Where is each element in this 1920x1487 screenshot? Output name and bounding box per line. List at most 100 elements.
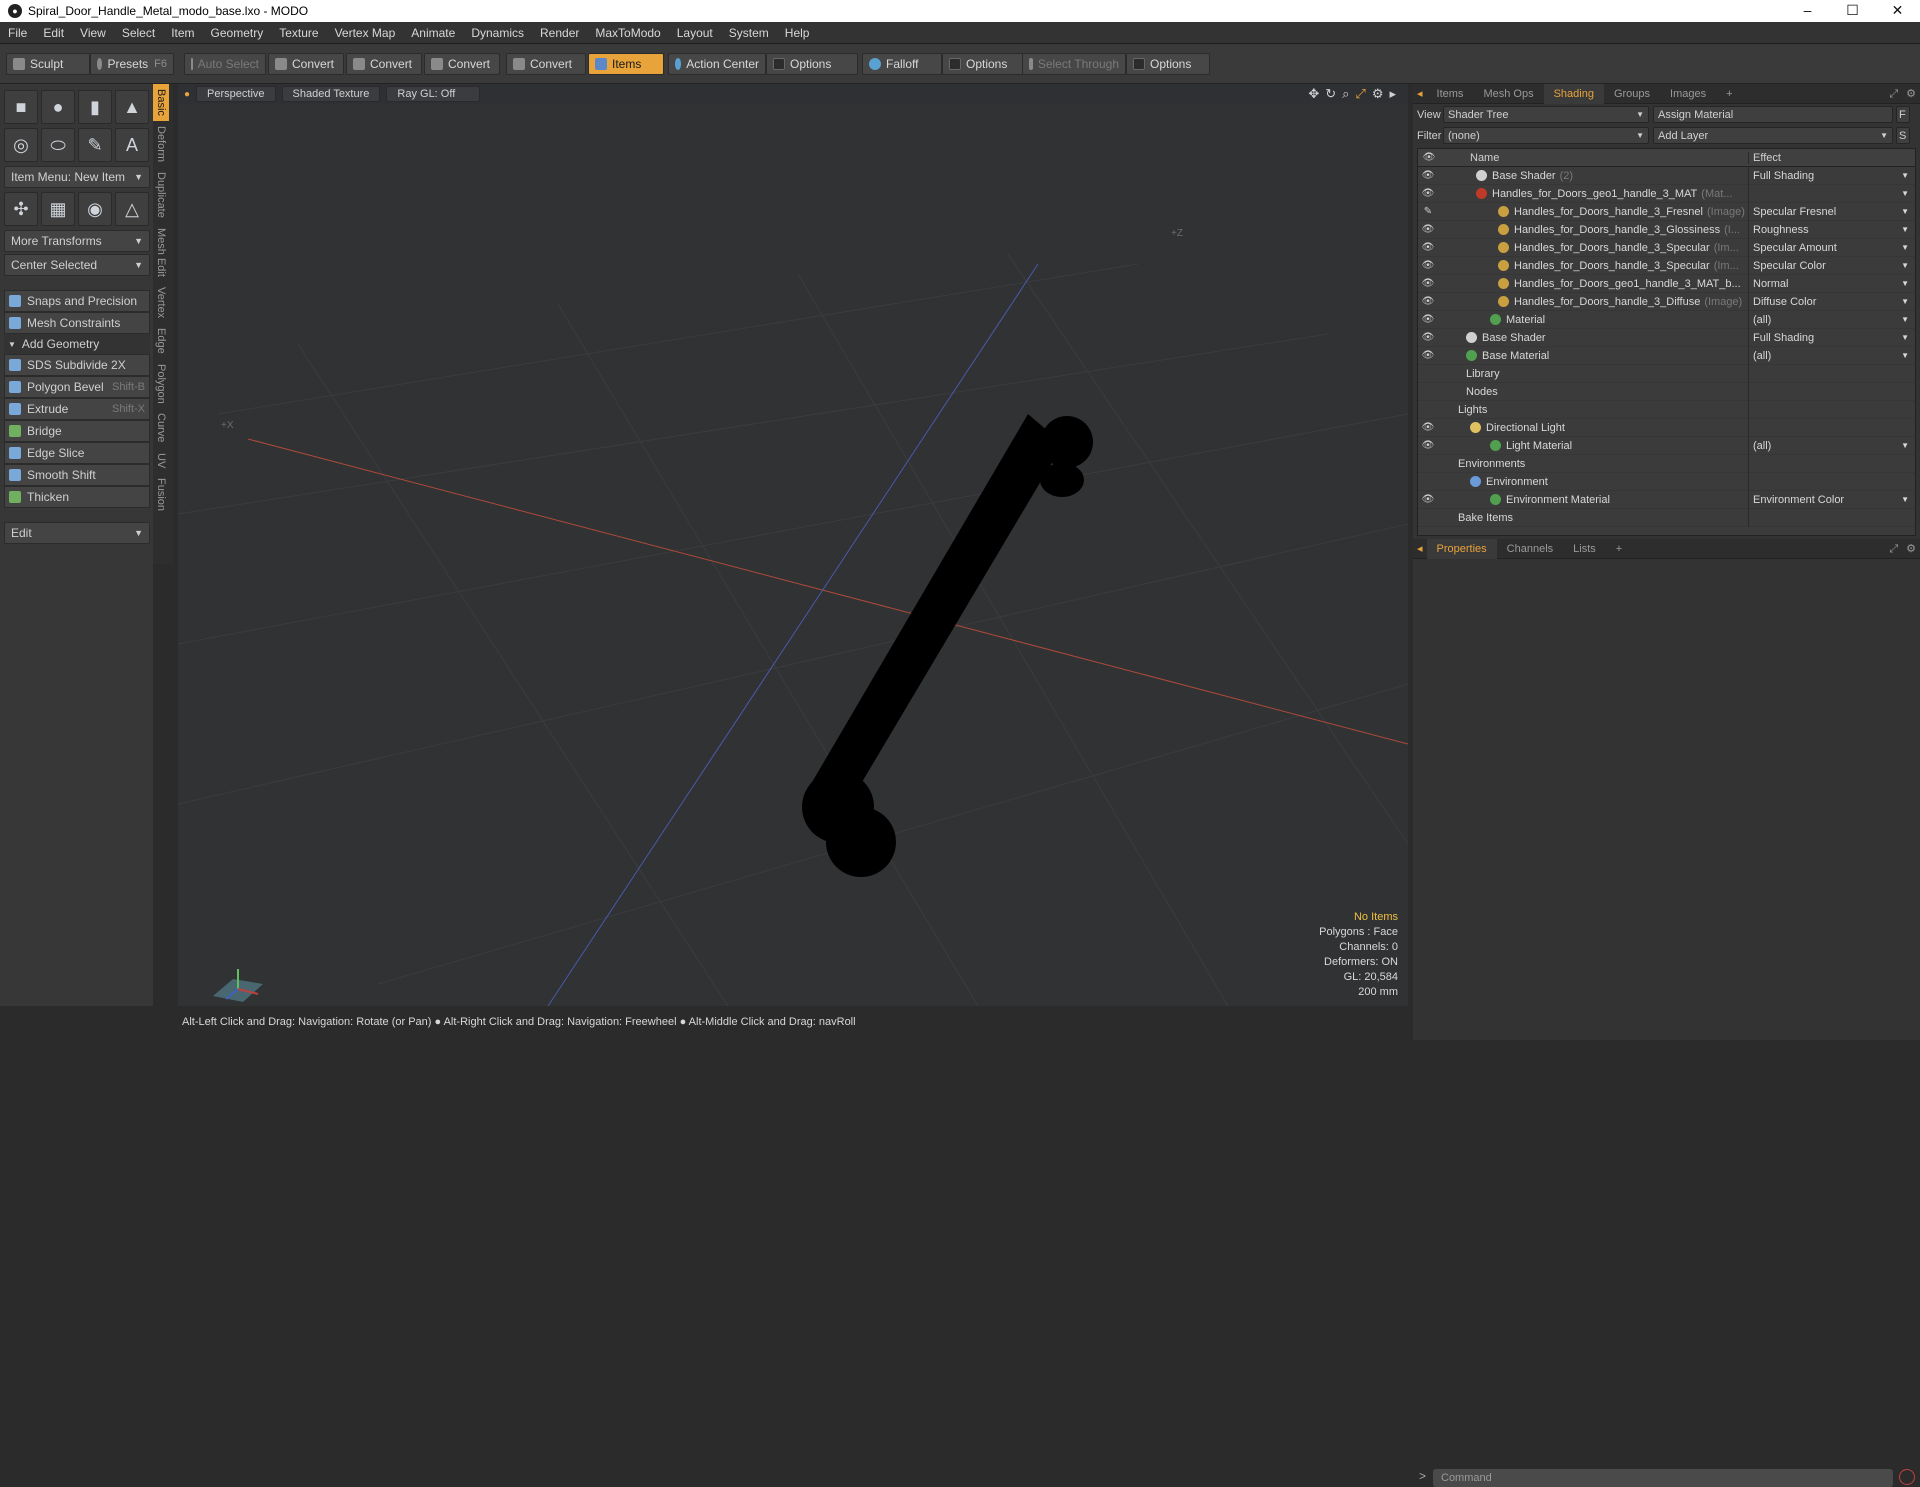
sculpt-button[interactable]: Sculpt xyxy=(6,53,90,75)
cylinder-icon[interactable]: ▮ xyxy=(78,90,112,124)
tab-images[interactable]: Images xyxy=(1660,84,1716,104)
shader-tree-row[interactable]: 👁 Environment Material Environment Color ▼ xyxy=(1418,490,1915,509)
tool-thicken[interactable]: Thicken xyxy=(4,486,150,508)
zoom-icon[interactable]: ⌕ xyxy=(1342,86,1349,102)
menu-help[interactable]: Help xyxy=(777,26,818,40)
cone-icon[interactable]: ▲ xyxy=(115,90,149,124)
shader-tree-row[interactable]: 👁 Material (all) ▼ xyxy=(1418,310,1915,329)
viewport-menu-icon[interactable]: ● xyxy=(184,89,190,100)
tool-extrude[interactable]: Extrude Shift-X xyxy=(4,398,150,420)
layer-effect[interactable]: ▼ xyxy=(1748,184,1913,203)
shader-tree-row[interactable]: Environments xyxy=(1418,454,1915,473)
gear-icon[interactable]: ⚙ xyxy=(1902,84,1920,104)
layer-effect[interactable]: Normal ▼ xyxy=(1748,274,1913,293)
shader-tree-row[interactable]: Lights xyxy=(1418,400,1915,419)
tab-properties[interactable]: Properties xyxy=(1426,538,1497,559)
menu-geometry[interactable]: Geometry xyxy=(203,26,272,40)
add-tab-button[interactable]: + xyxy=(1716,84,1742,104)
convert-edges-button[interactable]: Convert xyxy=(346,53,422,75)
action-center-button[interactable]: Action Center xyxy=(668,53,766,75)
shader-tree-row[interactable]: Environment xyxy=(1418,472,1915,491)
maximize-button[interactable]: ☐ xyxy=(1830,0,1875,22)
close-button[interactable]: ✕ xyxy=(1875,0,1920,22)
visibility-eye-icon[interactable]: 👁 xyxy=(1418,188,1438,199)
3d-viewport[interactable]: +Z +X ● Perspective Shaded Texture Ray G… xyxy=(178,84,1408,1006)
visibility-eye-icon[interactable]: 👁 xyxy=(1418,440,1438,451)
select-through-button[interactable]: Select Through xyxy=(1022,53,1126,75)
door-handle-mesh[interactable] xyxy=(802,414,1093,877)
convert-polygons-button[interactable]: Convert xyxy=(424,53,500,75)
tool-sds-subdivide[interactable]: SDS Subdivide 2X xyxy=(4,354,150,376)
auto-select-button[interactable]: Auto Select xyxy=(184,53,266,75)
expand-arrow-icon[interactable]: ▸ xyxy=(1389,86,1396,102)
menu-view[interactable]: View xyxy=(72,26,114,40)
panel-menu-icon[interactable]: ◂ xyxy=(1413,84,1427,104)
menu-select[interactable]: Select xyxy=(114,26,163,40)
menu-maxtomodo[interactable]: MaxToModo xyxy=(587,26,668,40)
layer-effect[interactable] xyxy=(1748,418,1913,437)
sphere-icon[interactable]: ● xyxy=(41,90,75,124)
text-icon[interactable]: A xyxy=(115,128,149,162)
tab-uv[interactable]: UV xyxy=(153,448,169,473)
rotate-icon[interactable]: ↻ xyxy=(1325,86,1336,102)
convert-vertices-button[interactable]: Convert xyxy=(268,53,344,75)
snaps-precision-button[interactable]: Snaps and Precision xyxy=(4,290,150,312)
gear-icon[interactable]: ⚙ xyxy=(1902,539,1920,559)
add-tab-button[interactable]: + xyxy=(1606,539,1632,559)
visibility-eye-icon[interactable]: 👁 xyxy=(1418,494,1438,505)
falloff-button[interactable]: Falloff xyxy=(862,53,942,75)
assign-material-button[interactable]: Assign Material xyxy=(1653,106,1893,123)
layer-effect[interactable]: (all) ▼ xyxy=(1748,310,1913,329)
menu-animate[interactable]: Animate xyxy=(403,26,463,40)
visibility-eye-icon[interactable]: 👁 xyxy=(1418,422,1438,433)
shader-tree-row[interactable]: 👁 Handles_for_Doors_geo1_handle_3_MAT_b..… xyxy=(1418,274,1915,293)
shader-tree-row[interactable]: 👁 Base Shader (2) Full Shading ▼ xyxy=(1418,166,1915,185)
name-column-header[interactable]: Name xyxy=(1470,152,1748,164)
more-transforms-dropdown[interactable]: More Transforms ▼ xyxy=(4,230,150,252)
layer-effect[interactable]: Specular Fresnel ▼ xyxy=(1748,202,1913,221)
tab-curve[interactable]: Curve xyxy=(153,408,169,447)
menu-dynamics[interactable]: Dynamics xyxy=(463,26,532,40)
view-select[interactable]: Shader Tree ▼ xyxy=(1443,106,1649,123)
menu-system[interactable]: System xyxy=(721,26,777,40)
shading-dropdown[interactable]: Shaded Texture xyxy=(281,86,381,102)
viewport-canvas[interactable]: +Z +X xyxy=(178,84,1408,1006)
menu-texture[interactable]: Texture xyxy=(271,26,326,40)
presets-button[interactable]: Presets F6 xyxy=(90,53,174,75)
shader-tree-row[interactable]: 👁 Handles_for_Doors_geo1_handle_3_MAT (Mat… xyxy=(1418,184,1915,203)
center-selected-dropdown[interactable]: Center Selected ▼ xyxy=(4,254,150,276)
fit-icon[interactable]: ⤢ xyxy=(1355,86,1365,102)
layer-effect[interactable] xyxy=(1748,472,1913,491)
tab-items[interactable]: Items xyxy=(1427,84,1474,104)
menu-item[interactable]: Item xyxy=(163,26,202,40)
visibility-eye-icon[interactable]: 👁 xyxy=(1418,278,1438,289)
tool-smooth-shift[interactable]: Smooth Shift xyxy=(4,464,150,486)
command-input[interactable]: Command xyxy=(1433,1469,1893,1487)
visibility-eye-icon[interactable]: 👁 xyxy=(1418,332,1438,343)
pen-icon[interactable]: ✎ xyxy=(78,128,112,162)
tab-polygon[interactable]: Polygon xyxy=(153,359,169,409)
shader-tree-row[interactable]: 👁 Handles_for_Doors_handle_3_Glossiness (I… xyxy=(1418,220,1915,239)
torus-icon[interactable]: ◎ xyxy=(4,128,38,162)
mesh-constraints-button[interactable]: Mesh Constraints xyxy=(4,312,150,334)
layer-effect[interactable] xyxy=(1748,400,1913,419)
tool-bridge[interactable]: Bridge xyxy=(4,420,150,442)
s-button[interactable]: S xyxy=(1896,127,1910,144)
record-icon[interactable] xyxy=(1899,1469,1915,1485)
shader-tree-row[interactable]: ✎ Handles_for_Doors_handle_3_Fresnel (Imag… xyxy=(1418,202,1915,221)
shader-tree-row[interactable]: 👁 Light Material (all) ▼ xyxy=(1418,436,1915,455)
edit-dropdown[interactable]: Edit ▼ xyxy=(4,522,150,544)
perspective-dropdown[interactable]: Perspective xyxy=(196,86,276,102)
convert-materials-button[interactable]: Convert xyxy=(506,53,586,75)
visibility-eye-icon[interactable]: 👁 xyxy=(1418,296,1438,307)
shader-tree-row[interactable]: 👁 Handles_for_Doors_handle_3_Specular (Im.… xyxy=(1418,238,1915,257)
menu-edit[interactable]: Edit xyxy=(35,26,72,40)
filter-select[interactable]: (none) ▼ xyxy=(1443,127,1649,144)
expand-icon[interactable]: ⤢ xyxy=(1885,539,1902,559)
layer-effect[interactable] xyxy=(1748,454,1913,473)
tab-edge[interactable]: Edge xyxy=(153,323,169,359)
visibility-eye-icon[interactable]: 👁 xyxy=(1418,224,1438,235)
shader-tree-row[interactable]: Bake Items xyxy=(1418,508,1915,527)
options-button-1[interactable]: Options xyxy=(766,53,858,75)
raygl-dropdown[interactable]: Ray GL: Off xyxy=(386,86,481,102)
